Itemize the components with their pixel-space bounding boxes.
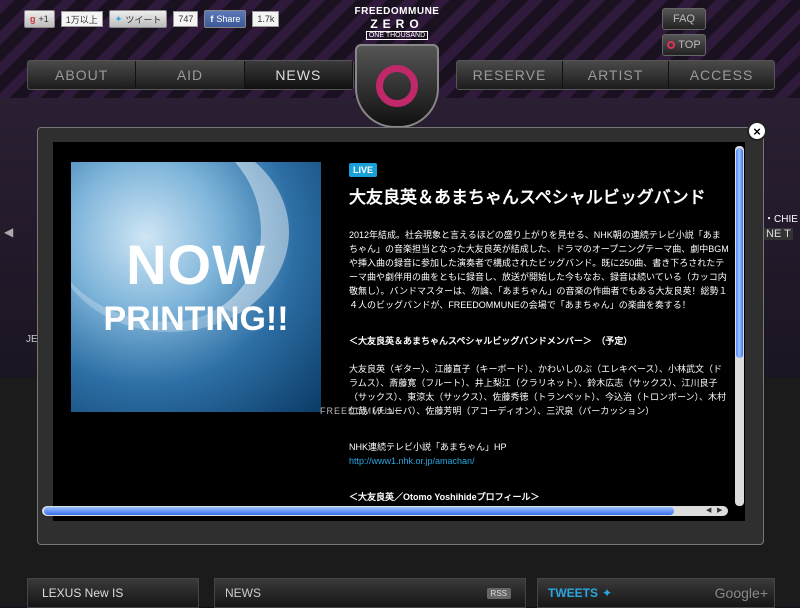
scroll-right-arrow-icon[interactable]: ▶ bbox=[717, 506, 722, 516]
modal-footer-logo: FREEDOMMUNE bbox=[320, 406, 403, 416]
google-plus-link[interactable]: Google+ bbox=[715, 585, 768, 601]
vertical-scrollbar[interactable] bbox=[735, 146, 744, 506]
hero-side-text-2: NE T bbox=[764, 228, 793, 240]
nav-aid[interactable]: AID bbox=[136, 61, 245, 89]
logo-line1: FREEDOMMUNE bbox=[354, 6, 440, 17]
nav-news[interactable]: NEWS bbox=[244, 61, 353, 89]
logo-line3: ONE THOUSAND bbox=[366, 31, 428, 40]
facebook-icon: f bbox=[210, 14, 214, 24]
tweets-title: TWEETS bbox=[548, 586, 598, 600]
hero-left-text: JE bbox=[26, 334, 38, 345]
nav-left: ABOUT AID NEWS bbox=[27, 60, 354, 90]
logo-badge bbox=[355, 44, 439, 128]
news-bar: NEWS RSS bbox=[214, 578, 526, 608]
top-button[interactable]: TOP bbox=[662, 34, 706, 56]
nav-access[interactable]: ACCESS bbox=[669, 61, 774, 89]
nav-reserve[interactable]: RESERVE bbox=[457, 61, 563, 89]
faq-button[interactable]: FAQ bbox=[662, 8, 706, 30]
vertical-scroll-thumb[interactable] bbox=[736, 148, 743, 358]
top-label: TOP bbox=[678, 39, 701, 51]
live-badge: LIVE bbox=[349, 163, 378, 177]
tweet-count: 747 bbox=[173, 11, 199, 27]
artist-modal: NOW PRINTING!! LIVE 大友良英＆あまちゃんスペシャルビッグバン… bbox=[37, 127, 764, 545]
now-printing-line1: NOW bbox=[126, 233, 266, 296]
gplus-label: +1 bbox=[38, 14, 49, 24]
modal-content: NOW PRINTING!! LIVE 大友良英＆あまちゃんスペシャルビッグバン… bbox=[53, 142, 745, 521]
facebook-share-button[interactable]: f Share bbox=[204, 10, 247, 28]
scroll-left-arrow-icon[interactable]: ◀ bbox=[706, 506, 711, 516]
lexus-banner[interactable]: LEXUS New IS bbox=[27, 578, 199, 608]
gplus-count: 1万以上 bbox=[60, 11, 103, 27]
lexus-text: LEXUS New IS bbox=[42, 586, 124, 600]
gplus-icon: g bbox=[30, 14, 36, 24]
logo-ring-icon bbox=[376, 65, 418, 107]
tweet-label: ツイート bbox=[125, 14, 162, 25]
share-count: 1.7k bbox=[252, 11, 280, 27]
members-heading: ＜大友良英＆あまちゃんスペシャルビッグバンドメンバー＞ （予定） bbox=[349, 336, 633, 346]
rss-button[interactable]: RSS bbox=[486, 587, 511, 599]
hero-side-text: ・CHIE bbox=[764, 214, 798, 225]
share-label: Share bbox=[216, 14, 241, 24]
profile-heading: ＜大友良英／Otomo Yoshihideプロフィール＞ bbox=[349, 492, 540, 502]
gplus-button[interactable]: g +1 bbox=[24, 10, 55, 28]
now-printing-image: NOW PRINTING!! bbox=[71, 162, 321, 412]
close-modal-button[interactable]: × bbox=[747, 121, 767, 141]
twitter-bird-icon: ✦ bbox=[114, 13, 123, 24]
hp-link[interactable]: http://www1.nhk.or.jp/amachan/ bbox=[349, 454, 729, 468]
nav-about[interactable]: ABOUT bbox=[28, 61, 137, 89]
hero-prev-arrow-icon[interactable]: ◀ bbox=[4, 225, 13, 239]
social-bar: g +1 1万以上 ✦ ツイート 747 f Share 1.7k bbox=[24, 10, 280, 28]
now-printing-line2: PRINTING!! bbox=[103, 300, 289, 338]
twitter-bird-icon: ✦ bbox=[602, 586, 613, 600]
horizontal-scrollbar[interactable]: ◀ ▶ bbox=[42, 506, 728, 516]
nav-artist[interactable]: ARTIST bbox=[563, 61, 669, 89]
power-icon bbox=[667, 41, 676, 49]
artist-details: LIVE 大友良英＆あまちゃんスペシャルビッグバンド 2012年結成。社会現象と… bbox=[349, 160, 729, 504]
tweets-bar: TWEETS ✦ Google+ bbox=[537, 578, 775, 608]
close-icon: × bbox=[753, 123, 761, 139]
logo-line2: ZERO bbox=[370, 17, 424, 31]
members-list: 大友良英（ギター）、江藤直子（キーボード）、かわいしのぶ（エレキベース）、小林武… bbox=[349, 364, 727, 416]
artist-description: 2012年結成。社会現象と言えるほどの盛り上がりを見せる、NHK朝の連続テレビ小… bbox=[349, 230, 729, 310]
news-title: NEWS bbox=[225, 586, 261, 600]
hp-label: NHK連続テレビ小説「あまちゃん」HP bbox=[349, 442, 507, 452]
nav-right: RESERVE ARTIST ACCESS bbox=[456, 60, 775, 90]
site-logo[interactable]: FREEDOMMUNE ZERO ONE THOUSAND bbox=[352, 6, 442, 132]
horizontal-scroll-thumb[interactable] bbox=[44, 507, 674, 515]
tweet-button[interactable]: ✦ ツイート bbox=[108, 10, 168, 28]
faq-label: FAQ bbox=[672, 13, 695, 25]
artist-title: 大友良英＆あまちゃんスペシャルビッグバンド bbox=[349, 188, 706, 207]
